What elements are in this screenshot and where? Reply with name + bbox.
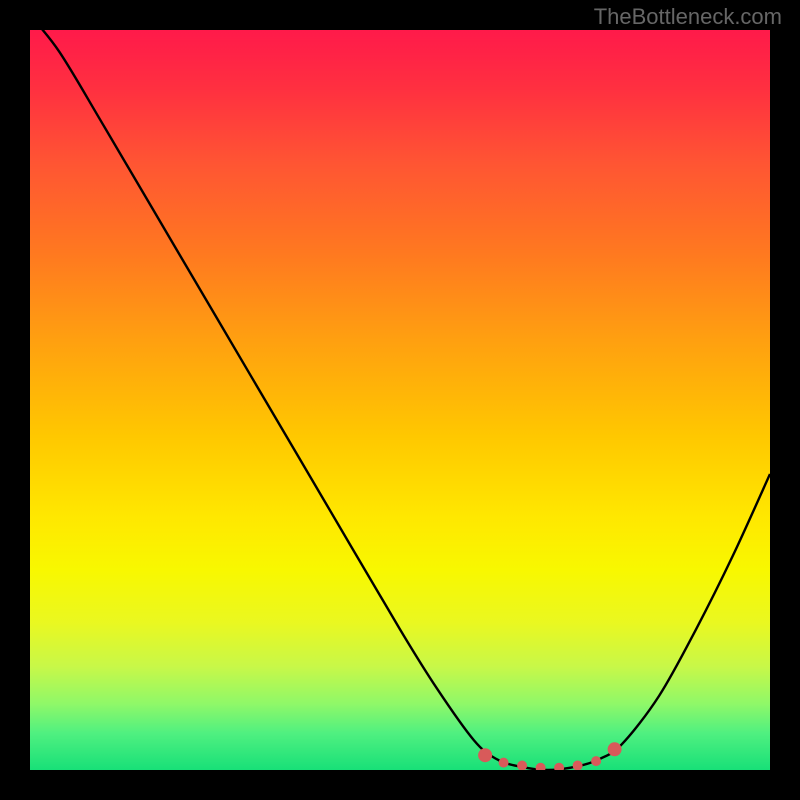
chart-svg (30, 30, 770, 770)
marker-group (478, 742, 621, 770)
data-marker (536, 763, 546, 770)
watermark-text: TheBottleneck.com (594, 4, 782, 30)
data-marker (591, 756, 601, 766)
data-marker (517, 761, 527, 770)
data-marker (554, 763, 564, 770)
curve-line (30, 30, 770, 770)
data-marker (478, 748, 492, 762)
data-marker (499, 758, 509, 768)
data-marker (573, 761, 583, 770)
data-marker (608, 742, 622, 756)
